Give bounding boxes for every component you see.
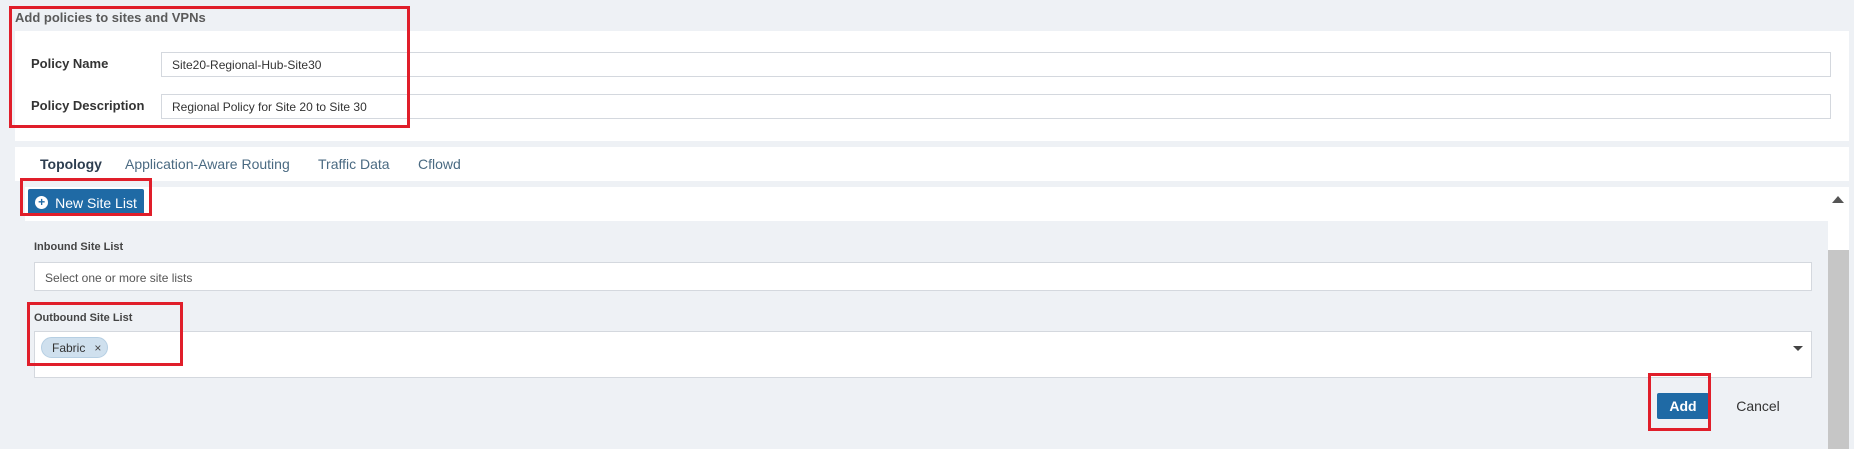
cancel-button[interactable]: Cancel — [1730, 393, 1786, 419]
page-title: Add policies to sites and VPNs — [15, 10, 206, 25]
policy-description-input[interactable] — [161, 94, 1831, 119]
topology-action-strip — [25, 187, 1828, 221]
plus-circle-icon: + — [35, 196, 49, 209]
inbound-site-list-label: Inbound Site List — [34, 241, 124, 253]
policy-form-card — [15, 31, 1849, 141]
tab-topology[interactable]: Topology — [40, 156, 102, 172]
outbound-site-list-label: Outbound Site List — [34, 312, 133, 324]
new-site-list-button[interactable]: + New Site List — [28, 189, 144, 216]
tab-cflowd[interactable]: Cflowd — [418, 156, 461, 172]
policy-name-label: Policy Name — [31, 56, 109, 71]
remove-chip-icon[interactable]: × — [94, 341, 101, 355]
scroll-up-arrow-icon[interactable] — [1832, 196, 1844, 203]
add-button[interactable]: Add — [1657, 393, 1709, 419]
outbound-site-list-select[interactable]: Fabric × — [34, 331, 1812, 378]
inbound-site-list-placeholder: Select one or more site lists — [45, 271, 193, 285]
dropdown-caret-icon[interactable] — [1793, 346, 1803, 351]
inbound-site-list-select[interactable]: Select one or more site lists — [34, 262, 1812, 291]
scrollbar-thumb[interactable] — [1828, 250, 1849, 449]
tab-traffic-data[interactable]: Traffic Data — [318, 156, 390, 172]
chip-label: Fabric — [52, 340, 86, 355]
policy-description-label: Policy Description — [31, 98, 145, 113]
policy-name-input[interactable] — [161, 52, 1831, 77]
policy-tabs-bar — [15, 147, 1849, 181]
tab-application-aware-routing[interactable]: Application-Aware Routing — [125, 156, 290, 172]
new-site-list-label: New Site List — [55, 194, 137, 211]
site-list-chip-fabric: Fabric × — [41, 337, 109, 358]
